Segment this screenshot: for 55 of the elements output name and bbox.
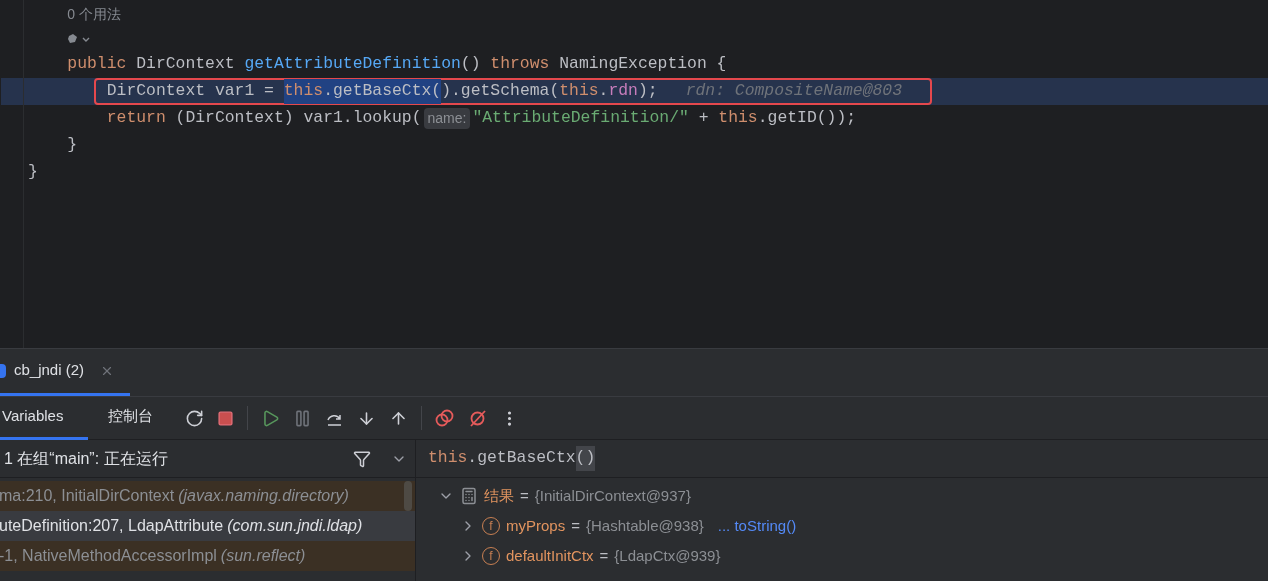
- stack-frame[interactable]: uteDefinition:207, LdapAttribute (com.sun.jndi.ldap): [0, 511, 415, 541]
- code-token: NamingException {: [558, 53, 727, 76]
- usages-hint[interactable]: 0 个用法: [67, 4, 122, 25]
- code-token: throws: [490, 53, 550, 76]
- calculator-icon: [460, 487, 478, 505]
- breakpoints-icon[interactable]: [435, 408, 455, 428]
- variable-name: myProps: [506, 515, 566, 536]
- equals-sign: =: [571, 515, 580, 536]
- thread-selector[interactable]: 1 在组“main”: 正在运行: [4, 446, 168, 471]
- variable-name: 结果: [484, 485, 514, 506]
- panel-tab[interactable]: 控制台: [104, 396, 157, 440]
- to-string-link[interactable]: ... toString(): [717, 514, 797, 538]
- code-token: this: [718, 107, 758, 130]
- code-token: .: [598, 80, 609, 103]
- stop-icon[interactable]: [217, 409, 234, 427]
- inline-value-hint: rdn: CompositeName@803: [685, 80, 903, 103]
- variable-name: defaultInitCtx: [506, 545, 594, 566]
- code-token: this: [559, 80, 599, 103]
- code-token: }: [67, 134, 78, 157]
- code-token: getAttributeDefinition: [244, 53, 461, 76]
- code-token: return: [106, 107, 166, 130]
- code-token: );: [637, 80, 658, 103]
- pause-icon[interactable]: [293, 408, 312, 428]
- code-token: DirContext var1 =: [106, 80, 275, 103]
- mute-breakpoints-icon[interactable]: [468, 408, 487, 428]
- code-token: public: [67, 53, 127, 76]
- code-token: "AttributeDefinition/": [472, 107, 689, 130]
- parameter-hint: name:: [423, 108, 471, 129]
- expression-field[interactable]: this.getBaseCtx(): [416, 440, 1268, 478]
- variable-value: {LdapCtx@939}: [614, 545, 721, 566]
- run-config-icon: [0, 363, 6, 378]
- code-token: .getBaseCtx(: [323, 81, 442, 101]
- code-token: (): [575, 446, 596, 471]
- code-token: DirContext: [135, 53, 236, 76]
- code-token: rdn: [608, 80, 638, 103]
- code-token: (DirContext) var1.lookup(: [174, 107, 422, 130]
- code-token: .getBaseCtx: [467, 447, 576, 470]
- filter-icon[interactable]: [353, 449, 371, 468]
- code-token: this: [283, 81, 324, 101]
- equals-sign: =: [599, 545, 609, 566]
- code-token: }: [28, 161, 38, 184]
- code-token: this: [428, 447, 468, 470]
- code-token: ).getSchema(: [441, 80, 560, 103]
- code-token: (): [460, 53, 482, 76]
- variable-value: {InitialDirContext@937}: [534, 485, 691, 506]
- code-token: +: [697, 107, 710, 130]
- stack-frame[interactable]: ma:210, InitialDirContext (javax.naming.directory): [0, 481, 415, 511]
- code-token: .getID());: [757, 107, 857, 130]
- stack-frame[interactable]: -1, NativeMethodAccessorImpl (sun.reflect): [0, 541, 415, 571]
- session-tab[interactable]: cb_jndi (2): [0, 348, 130, 396]
- scrollbar-thumb[interactable]: [404, 481, 412, 511]
- resume-icon[interactable]: [261, 408, 280, 428]
- rerun-debug-icon[interactable]: [185, 408, 204, 428]
- variable-value: {Hashtable@938}: [585, 515, 704, 536]
- equals-sign: =: [520, 485, 529, 506]
